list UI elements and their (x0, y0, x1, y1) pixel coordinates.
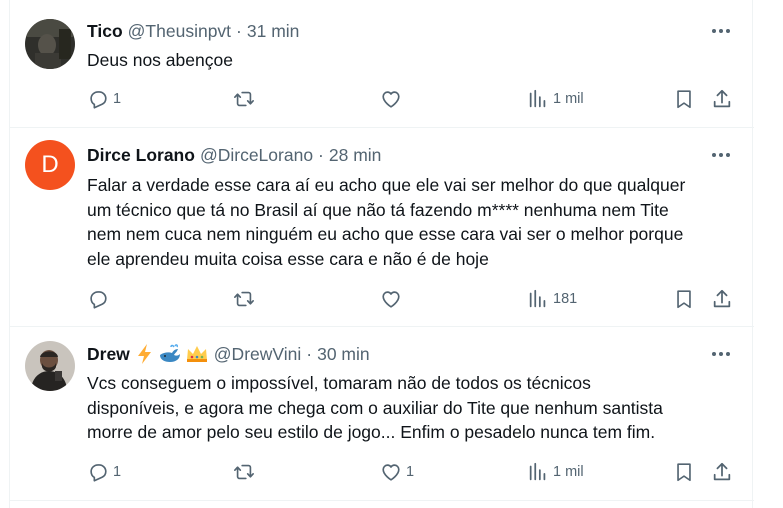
tweet-text-line: nem nem cuca nem ninguém eu acho que ess… (87, 224, 684, 244)
tweet-text-line: Falar a verdade esse cara aí eu acho que… (87, 175, 686, 195)
bookmark-icon (677, 290, 691, 309)
reply-count: 1 (113, 91, 122, 107)
analytics-icon (529, 89, 546, 108)
author-name[interactable]: Tico (87, 21, 123, 42)
view-count: 1 mil (553, 464, 584, 480)
tweet[interactable]: D Dirce Lorano @DirceLorano · 28 min Fal… (10, 128, 754, 327)
author-handle[interactable]: @Theusinpvt (128, 21, 231, 42)
timestamp[interactable]: 28 min (329, 145, 382, 166)
bookmark-button[interactable] (673, 287, 695, 311)
retweet-button[interactable] (233, 287, 259, 311)
reply-button[interactable]: 1 (87, 460, 121, 484)
action-bar: 1 1 1 mil (87, 460, 739, 484)
views-button[interactable]: 181 (527, 287, 577, 311)
author-handle[interactable]: @DirceLorano (200, 145, 313, 166)
bookmark-button[interactable] (673, 87, 695, 111)
retweet-icon (234, 291, 254, 307)
action-bar: 181 (87, 287, 739, 311)
tweet-text-line: Deus nos abençoe (87, 50, 233, 70)
heart-icon (382, 91, 400, 108)
views-button[interactable]: 1 mil (527, 87, 584, 111)
retweet-icon (234, 91, 254, 107)
retweet-button[interactable] (233, 460, 259, 484)
reply-icon (90, 291, 107, 309)
tweet-text-line: disponíveis, e agora me chega com o auxi… (87, 397, 663, 418)
separator: · (306, 343, 313, 364)
more-options-icon[interactable] (708, 19, 734, 43)
share-icon (713, 89, 731, 108)
name-emojis (135, 343, 209, 365)
heart-icon (382, 291, 400, 308)
reply-icon (90, 464, 107, 482)
share-button[interactable] (711, 460, 733, 484)
tweet-text-line: um técnico que tá no Brasil aí que não t… (87, 199, 669, 220)
separator: · (236, 20, 242, 41)
avatar-letter: D (41, 151, 59, 178)
retweet-icon (234, 464, 254, 480)
avatar[interactable]: D (25, 140, 75, 190)
action-bar: 1 1 mil (87, 87, 739, 111)
tweet-text: Falar a verdade esse cara aí eu acho que… (87, 173, 747, 271)
tweet[interactable]: Drew @DrewVini · 30 min Vcs conseguem o … (10, 327, 754, 501)
view-count: 181 (553, 291, 578, 307)
whale-emoji (159, 344, 180, 362)
share-button[interactable] (711, 287, 733, 311)
analytics-icon (529, 462, 546, 481)
tweet-header: Drew @DrewVini · 30 min (87, 342, 734, 366)
separator: · (318, 144, 324, 165)
tweet-text-line: ele aprendeu muita coisa esse cara e não… (87, 248, 489, 269)
author-name[interactable]: Dirce Lorano (87, 145, 195, 166)
share-icon (713, 289, 731, 308)
reply-count: 1 (113, 464, 122, 480)
view-count: 1 mil (553, 91, 584, 107)
tweet-header: Dirce Lorano @DirceLorano · 28 min (87, 143, 734, 167)
avatar[interactable] (25, 341, 75, 391)
timestamp[interactable]: 30 min (317, 344, 370, 365)
like-button[interactable] (380, 287, 406, 311)
share-button[interactable] (711, 87, 733, 111)
like-button[interactable]: 1 (380, 460, 414, 484)
tweet[interactable]: Tico @Theusinpvt · 31 min Deus nos abenç… (10, 0, 754, 128)
crown-emoji (186, 346, 207, 362)
bookmark-button[interactable] (673, 460, 695, 484)
reply-icon (90, 91, 107, 109)
timestamp[interactable]: 31 min (247, 21, 300, 42)
tweet-text: Deus nos abençoe (87, 48, 747, 73)
share-icon (713, 462, 731, 481)
tweet-text-line: Vcs conseguem o impossível, tomaram não … (87, 373, 591, 393)
more-options-icon[interactable] (708, 342, 734, 366)
analytics-icon (529, 289, 546, 308)
like-button[interactable] (380, 87, 406, 111)
lightning-emoji (137, 344, 151, 364)
bookmark-icon (677, 90, 691, 109)
reply-feed: Tico @Theusinpvt · 31 min Deus nos abenç… (9, 0, 754, 508)
views-button[interactable]: 1 mil (527, 460, 584, 484)
bookmark-icon (677, 463, 691, 482)
like-count: 1 (406, 464, 415, 480)
retweet-button[interactable] (233, 87, 259, 111)
reply-button[interactable]: 1 (87, 87, 121, 111)
heart-icon (382, 464, 400, 481)
tweet-text-line: morre de amor pelo seu estilo de jogo...… (87, 422, 656, 442)
tweet-text: Vcs conseguem o impossível, tomaram não … (87, 371, 747, 445)
author-name[interactable]: Drew (87, 344, 130, 365)
author-handle[interactable]: @DrewVini (214, 344, 301, 365)
tweet-header: Tico @Theusinpvt · 31 min (87, 19, 734, 43)
avatar[interactable] (25, 19, 75, 69)
more-options-icon[interactable] (708, 143, 734, 167)
reply-button[interactable] (87, 287, 113, 311)
